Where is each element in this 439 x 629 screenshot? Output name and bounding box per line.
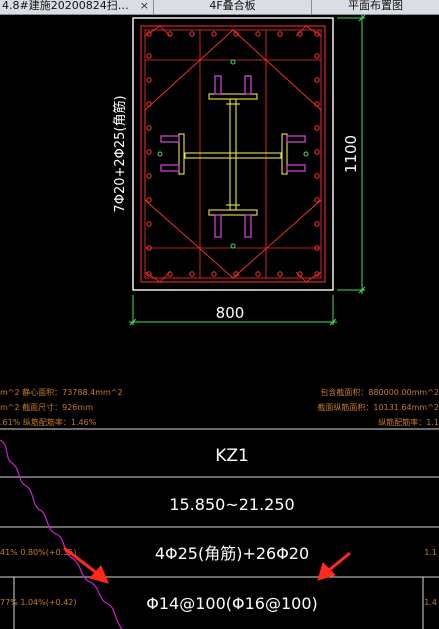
rebar-dot <box>211 31 217 37</box>
left-annotation-1: m^2 静心面积：73788.4mm^2 <box>0 387 123 397</box>
outer-stirrup-inner <box>144 29 322 279</box>
rebar-dot <box>314 149 320 155</box>
close-icon[interactable]: × <box>140 0 149 12</box>
tab-floor-slab-label: 4F叠合板 <box>209 0 256 12</box>
tab-floor-slab[interactable]: 4F叠合板 <box>154 0 312 14</box>
rebar-dot <box>314 221 320 227</box>
steel-cross <box>178 93 288 216</box>
tab-plan-layout-label: 平面布置图 <box>348 0 403 12</box>
marker-dot <box>230 59 236 65</box>
column-elevation: 15.850~21.250 <box>169 495 294 514</box>
cad-canvas[interactable]: 800 1100 7Φ20+2Φ25(角筋) m^2 静心面积：73788.4m… <box>0 14 439 629</box>
right-annotation-2: 截面纵筋面积：10131.64mm^2 <box>317 402 439 412</box>
rebar-dot <box>314 173 320 179</box>
rebar-dot <box>146 149 152 155</box>
stud-bolts <box>160 75 306 238</box>
rebar-dot <box>146 197 152 203</box>
hook-br <box>295 271 322 283</box>
marker-dot <box>157 151 163 157</box>
width-dimension: 800 <box>216 304 245 322</box>
rebar-dot <box>255 271 261 277</box>
rebar-group <box>146 31 320 277</box>
rebar-dot <box>189 271 195 277</box>
height-dimension: 1100 <box>342 135 360 173</box>
rebar-dot <box>277 31 283 37</box>
rebar-dot <box>314 53 320 59</box>
rebar-dot <box>146 125 152 131</box>
rebar-dot <box>314 101 320 107</box>
column-outline <box>132 17 334 291</box>
rebar-dot <box>314 197 320 203</box>
marker-dot <box>303 151 309 157</box>
stirrup-spec: Φ14@100(Φ16@100) <box>146 594 317 613</box>
hook-tr <box>295 25 322 37</box>
rebar-dot <box>255 31 261 37</box>
rebar-dot <box>146 53 152 59</box>
rebar-dot <box>211 271 217 277</box>
rebar-dot <box>314 125 320 131</box>
rebar-dot <box>146 221 152 227</box>
right-ratio-2: 1.4 <box>424 598 437 607</box>
left-annotation-3: .61% 纵筋配筋率：1.46% <box>0 417 97 427</box>
rebar-dot <box>314 77 320 83</box>
rebar-dot <box>189 31 195 37</box>
hook-tl <box>144 25 171 37</box>
hook-bl <box>144 271 171 283</box>
diamond-stirrup <box>144 29 322 279</box>
right-annotation-3: 纵筋配筋率：1.1 <box>378 417 439 427</box>
tab-plan-layout[interactable]: 平面布置图 <box>312 0 439 14</box>
tab-drawing-file[interactable]: 4.8#建施20200824扫… × <box>0 0 154 14</box>
column-name: KZ1 <box>215 446 249 466</box>
rebar-dot <box>146 77 152 83</box>
longitudinal-rebar: 4Φ25(角筋)+26Φ20 <box>155 544 309 563</box>
rebar-dot <box>277 271 283 277</box>
marker-dot <box>230 243 236 249</box>
rebar-dot <box>146 101 152 107</box>
tab-drawing-file-label: 4.8#建施20200824扫… <box>2 0 129 12</box>
tab-bar: 4.8#建施20200824扫… × 4F叠合板 平面布置图 <box>0 0 439 15</box>
left-ratio-2: 77% 1.04%(+0.42) <box>0 598 77 607</box>
rebar-side-label: 7Φ20+2Φ25(角筋) <box>112 95 128 212</box>
right-ratio-1: 1.1 <box>424 548 437 557</box>
rebar-dot <box>146 173 152 179</box>
right-annotation-1: 包含截面积：880000.00mm^2 <box>320 387 439 397</box>
left-annotation-2: m^2 截面尺寸：926mm <box>0 402 93 412</box>
